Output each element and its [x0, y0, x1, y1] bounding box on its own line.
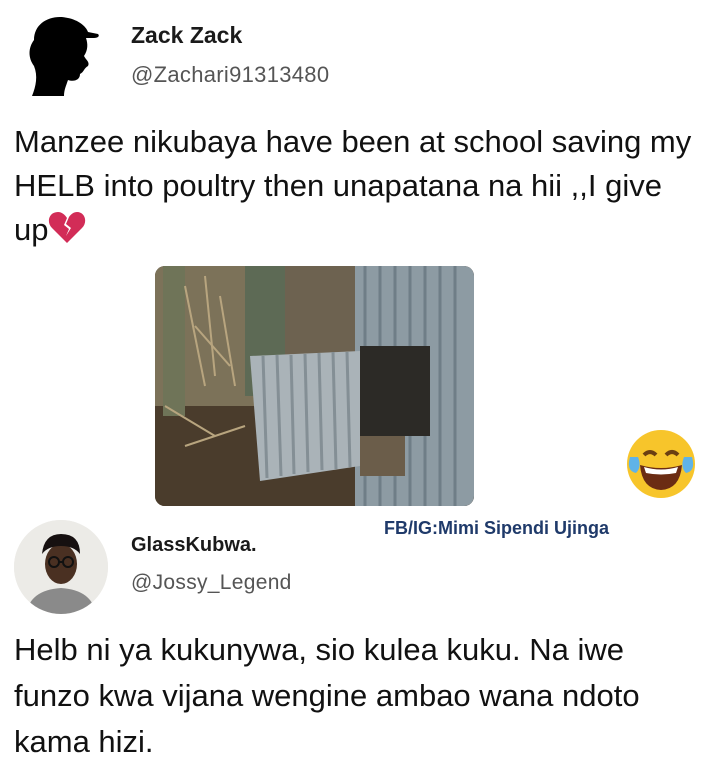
tweet-text-content: Manzee nikubaya have been at school savi… [14, 124, 692, 247]
user-handle[interactable]: @Jossy_Legend [131, 571, 292, 595]
photo-illustration [155, 266, 474, 506]
chicken-coop-photo[interactable] [155, 266, 474, 506]
tweet-zack: Zack Zack @Zachari91313480 Manzee nikuba… [0, 0, 702, 538]
watermark: FB/IG:Mimi Sipendi Ujinga [384, 518, 609, 538]
avatar[interactable] [14, 520, 108, 614]
display-name[interactable]: Zack Zack [131, 22, 242, 49]
broken-heart-icon [49, 212, 86, 243]
avatar-person-icon [14, 520, 108, 614]
tweet-text: Manzee nikubaya have been at school savi… [14, 120, 694, 252]
avatar-silhouette-icon[interactable] [14, 10, 100, 96]
tears-of-joy-icon [627, 430, 695, 498]
user-handle[interactable]: @Zachari91313480 [131, 62, 329, 88]
tweet-text: Helb ni ya kukunywa, sio kulea kuku. Na … [14, 632, 640, 759]
display-name[interactable]: GlassKubwa. [131, 534, 257, 557]
